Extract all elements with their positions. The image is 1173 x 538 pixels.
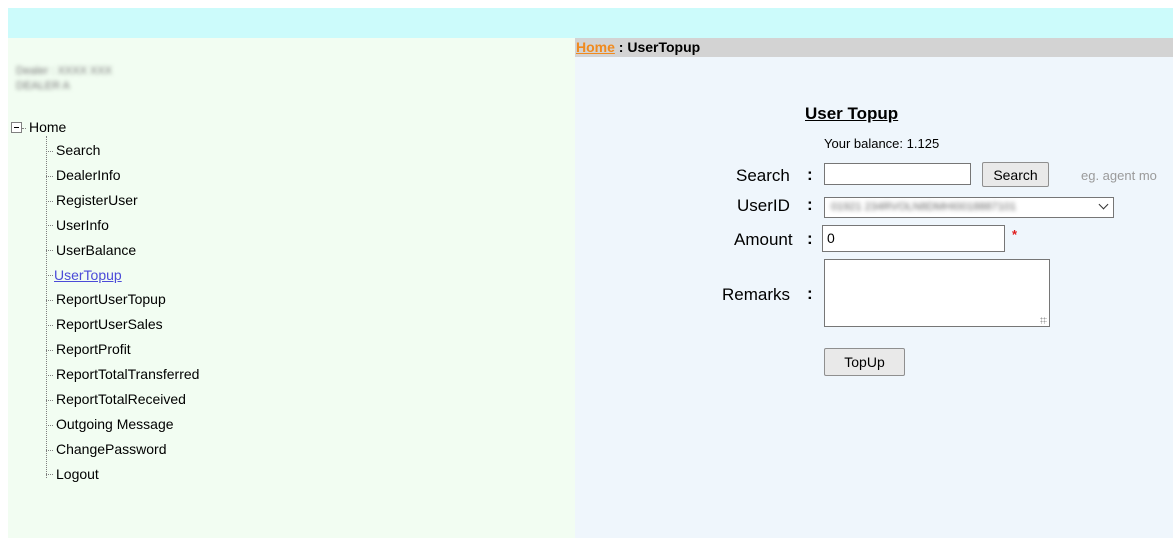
- tree-item-outgoing-message[interactable]: Outgoing Message: [46, 414, 174, 434]
- breadcrumb-separator: :: [614, 39, 628, 55]
- tree-connector: [46, 300, 53, 302]
- tree-connector: [46, 399, 53, 401]
- remarks-colon: :: [807, 284, 813, 303]
- tree-item-label[interactable]: ReportProfit: [56, 341, 131, 357]
- tree-item-label[interactable]: Logout: [56, 466, 99, 482]
- tree-item-label[interactable]: UserBalance: [56, 242, 136, 258]
- amount-input[interactable]: 0: [822, 225, 1005, 252]
- top-banner: [8, 8, 1173, 38]
- main-content: Home : UserTopup User Topup Your balance…: [575, 38, 1173, 538]
- tree-connector: [46, 250, 53, 252]
- search-label: Search: [736, 166, 790, 185]
- collapse-icon[interactable]: [11, 121, 22, 133]
- tree-item-label[interactable]: ReportUserSales: [56, 316, 163, 332]
- dealer-name: Dealer : XXXX XXX: [16, 65, 112, 77]
- tree-item-label[interactable]: ReportUserTopup: [56, 291, 166, 307]
- breadcrumb: Home : UserTopup: [575, 38, 1173, 57]
- search-input[interactable]: [824, 163, 971, 185]
- search-hint: eg. agent mo: [1081, 168, 1157, 183]
- userid-select[interactable]: 01921 234RVOLN8DMHI0018887101: [824, 197, 1114, 218]
- remarks-textarea[interactable]: [824, 259, 1050, 327]
- tree-connector: [46, 200, 53, 202]
- remarks-label: Remarks: [722, 285, 791, 304]
- tree-item-changepassword[interactable]: ChangePassword: [46, 439, 167, 459]
- userid-colon: :: [807, 195, 813, 214]
- tree-item-label[interactable]: ReportTotalReceived: [56, 391, 186, 407]
- page-title: User Topup: [805, 104, 899, 123]
- breadcrumb-home-link[interactable]: Home: [576, 39, 615, 55]
- tree-item-reportusertopup[interactable]: ReportUserTopup: [46, 289, 166, 309]
- breadcrumb-current: UserTopup: [627, 39, 701, 55]
- tree-root-label[interactable]: Home: [29, 119, 66, 135]
- userid-selected-value: 01921 234RVOLN8DMHI0018887101: [831, 201, 1017, 213]
- tree-connector: [46, 175, 53, 177]
- topup-button[interactable]: TopUp: [824, 348, 905, 376]
- required-marker: *: [1012, 227, 1018, 242]
- tree-item-dealerinfo[interactable]: DealerInfo: [46, 165, 121, 185]
- tree-item-label[interactable]: UserTopup: [54, 267, 122, 283]
- tree-connector: [22, 127, 26, 129]
- tree-connector: [46, 225, 53, 227]
- tree-item-reportusersales[interactable]: ReportUserSales: [46, 314, 163, 334]
- tree-item-usertopup[interactable]: UserTopup: [46, 265, 122, 285]
- tree-item-reporttotaltransferred[interactable]: ReportTotalTransferred: [46, 364, 199, 384]
- tree-connector: [46, 449, 53, 451]
- tree-connector: [46, 349, 53, 351]
- tree-connector: [46, 325, 53, 327]
- tree-item-label[interactable]: UserInfo: [56, 217, 109, 233]
- tree-connector: [46, 275, 53, 277]
- tree-connector: [46, 424, 53, 426]
- tree-item-userbalance[interactable]: UserBalance: [46, 240, 136, 260]
- tree-item-reportprofit[interactable]: ReportProfit: [46, 339, 131, 359]
- resize-grip-icon[interactable]: [1040, 317, 1047, 324]
- tree-item-label[interactable]: ReportTotalTransferred: [56, 366, 199, 382]
- tree-item-reporttotalreceived[interactable]: ReportTotalReceived: [46, 389, 186, 409]
- dealer-group: DEALER A: [16, 80, 70, 92]
- tree-item-search[interactable]: Search: [46, 140, 100, 160]
- search-colon: :: [807, 165, 813, 184]
- tree-item-logout[interactable]: Logout: [46, 464, 99, 484]
- tree-item-registeruser[interactable]: RegisterUser: [46, 190, 138, 210]
- tree-item-userinfo[interactable]: UserInfo: [46, 215, 109, 235]
- tree-connector: [46, 374, 53, 376]
- amount-colon: :: [807, 229, 813, 248]
- dealer-info: Dealer : XXXX XXX DEALER A: [16, 64, 112, 94]
- balance-text: Your balance: 1.125: [824, 136, 940, 151]
- search-button[interactable]: Search: [982, 162, 1049, 187]
- tree-item-label[interactable]: Outgoing Message: [56, 416, 174, 432]
- tree-connector: [46, 474, 53, 476]
- chevron-down-icon: [1098, 199, 1109, 210]
- amount-label: Amount: [734, 230, 793, 249]
- tree-root-home[interactable]: Home: [11, 118, 66, 136]
- userid-label: UserID: [737, 196, 790, 215]
- tree-item-label[interactable]: ChangePassword: [56, 441, 167, 457]
- tree-connector: [46, 150, 53, 152]
- tree-item-label[interactable]: Search: [56, 142, 100, 158]
- sidebar: Dealer : XXXX XXX DEALER A Home Search De…: [8, 38, 575, 538]
- tree-item-label[interactable]: RegisterUser: [56, 192, 138, 208]
- tree-item-label[interactable]: DealerInfo: [56, 167, 121, 183]
